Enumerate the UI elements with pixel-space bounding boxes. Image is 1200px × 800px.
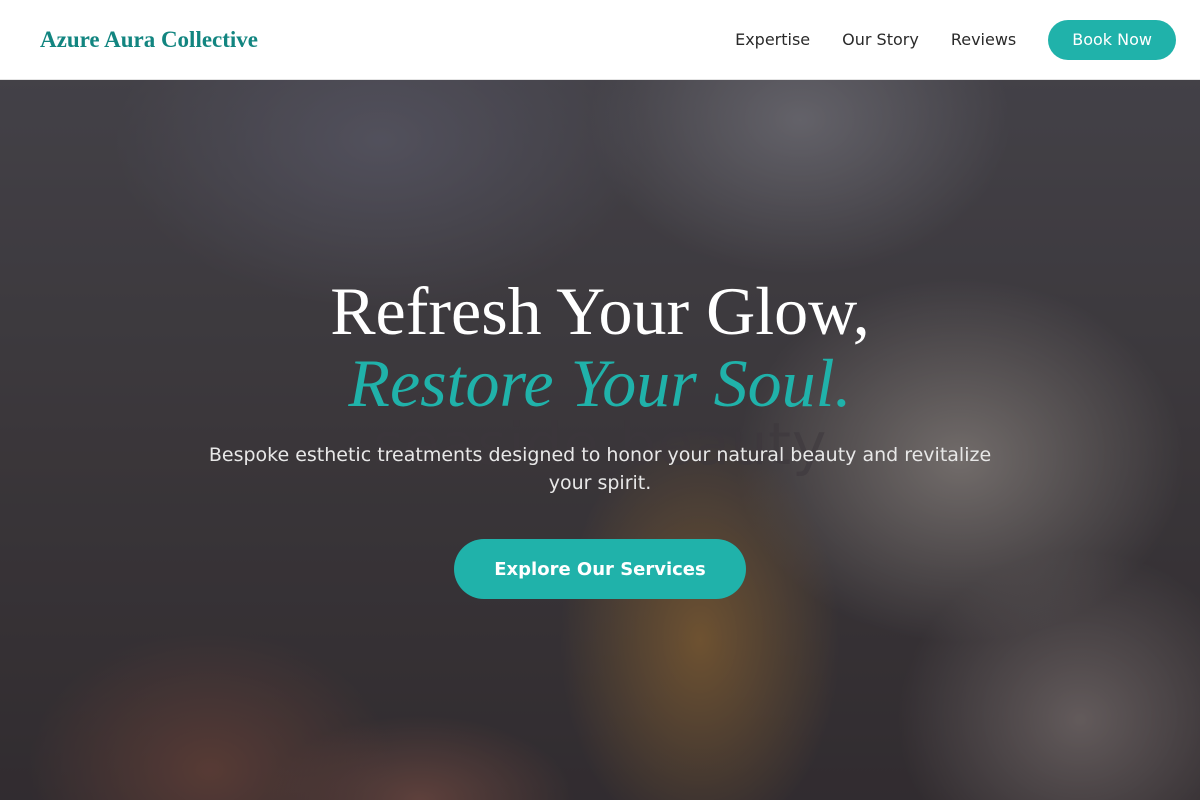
headline-line-1: Refresh Your Glow, bbox=[330, 273, 870, 349]
site-header: Azure Aura Collective Expertise Our Stor… bbox=[0, 0, 1200, 80]
headline-line-2: Restore Your Soul. bbox=[348, 345, 852, 421]
book-now-button[interactable]: Book Now bbox=[1048, 19, 1176, 60]
hero-section: seaside beauty Refresh Your Glow, Restor… bbox=[0, 80, 1200, 800]
hero-headline: Refresh Your Glow, Restore Your Soul. bbox=[0, 275, 1200, 419]
nav-link-our-story[interactable]: Our Story bbox=[842, 30, 919, 49]
brand-logo[interactable]: Azure Aura Collective bbox=[40, 27, 258, 53]
main-nav: Expertise Our Story Reviews Book Now bbox=[735, 19, 1176, 60]
hero-content: Refresh Your Glow, Restore Your Soul. Be… bbox=[0, 275, 1200, 599]
nav-link-expertise[interactable]: Expertise bbox=[735, 30, 810, 49]
hero-subtitle: Bespoke esthetic treatments designed to … bbox=[208, 444, 992, 494]
nav-link-reviews[interactable]: Reviews bbox=[951, 30, 1016, 49]
explore-services-button[interactable]: Explore Our Services bbox=[454, 539, 746, 599]
